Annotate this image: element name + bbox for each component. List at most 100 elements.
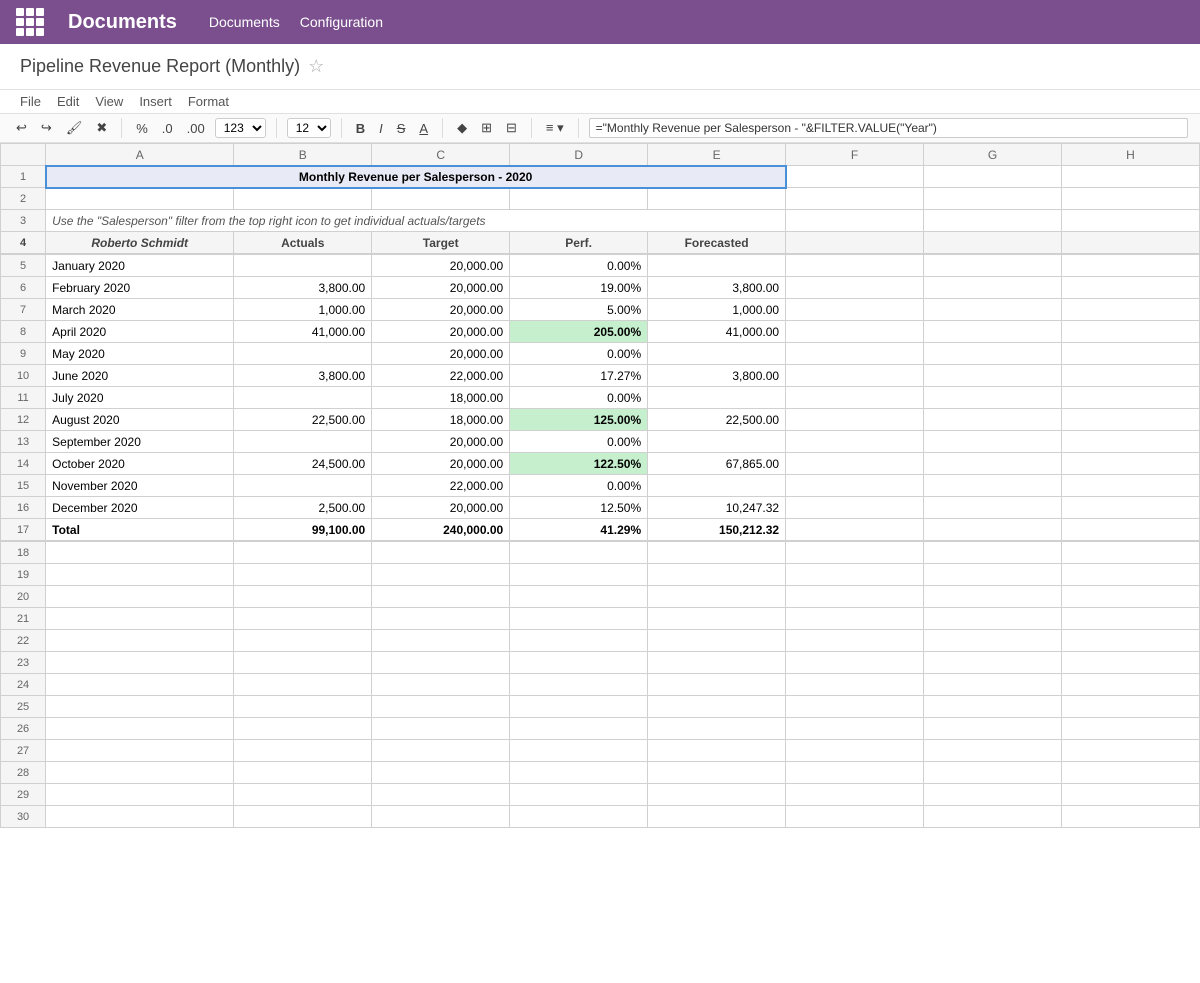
cell-22-col1[interactable] xyxy=(234,630,372,652)
cell-6-g[interactable] xyxy=(786,277,924,299)
col-header-d[interactable]: D xyxy=(510,144,648,166)
cell-5-b[interactable]: January 2020 xyxy=(46,255,234,277)
cell-19-col4[interactable] xyxy=(648,564,786,586)
col-header-c[interactable]: C xyxy=(372,144,510,166)
cell-12-c[interactable]: 22,500.00 xyxy=(234,409,372,431)
underline-button[interactable]: A xyxy=(415,119,432,138)
formula-bar[interactable]: ="Monthly Revenue per Salesperson - "&FI… xyxy=(589,118,1188,138)
cell-29-col3[interactable] xyxy=(510,784,648,806)
cell-5-i[interactable] xyxy=(1061,255,1199,277)
cell-20-col0[interactable] xyxy=(46,586,234,608)
cell-13-i[interactable] xyxy=(1061,431,1199,453)
cell-19-col0[interactable] xyxy=(46,564,234,586)
cell-15-d[interactable]: 22,000.00 xyxy=(372,475,510,497)
cell-12-h[interactable] xyxy=(924,409,1062,431)
cell-26-col3[interactable] xyxy=(510,718,648,740)
cell-30-col4[interactable] xyxy=(648,806,786,828)
cell-25-col7[interactable] xyxy=(1061,696,1199,718)
cell-12-g[interactable] xyxy=(786,409,924,431)
undo-button[interactable]: ↩ xyxy=(12,118,31,138)
cell-3-h[interactable] xyxy=(1061,210,1199,232)
paint-format-button[interactable]: 🖌 xyxy=(62,118,87,138)
cell-12-i[interactable] xyxy=(1061,409,1199,431)
cell-13-b[interactable]: September 2020 xyxy=(46,431,234,453)
cell-22-col6[interactable] xyxy=(924,630,1062,652)
cell-30-col5[interactable] xyxy=(786,806,924,828)
cell-10-e[interactable]: 17.27% xyxy=(510,365,648,387)
cell-27-col4[interactable] xyxy=(648,740,786,762)
cell-17-b[interactable]: Total xyxy=(46,519,234,541)
cell-11-b[interactable]: July 2020 xyxy=(46,387,234,409)
cell-7-b[interactable]: March 2020 xyxy=(46,299,234,321)
cell-16-e[interactable]: 12.50% xyxy=(510,497,648,519)
font-size-select[interactable]: 12 xyxy=(287,118,331,138)
cell-18-col5[interactable] xyxy=(786,542,924,564)
cell-4-b[interactable]: Roberto Schmidt xyxy=(46,232,234,254)
cell-11-i[interactable] xyxy=(1061,387,1199,409)
cell-2-e[interactable] xyxy=(648,188,786,210)
cell-21-col7[interactable] xyxy=(1061,608,1199,630)
cell-9-c[interactable] xyxy=(234,343,372,365)
cell-18-col6[interactable] xyxy=(924,542,1062,564)
cell-19-col3[interactable] xyxy=(510,564,648,586)
cell-21-col3[interactable] xyxy=(510,608,648,630)
cell-20-col5[interactable] xyxy=(786,586,924,608)
cell-21-col1[interactable] xyxy=(234,608,372,630)
cell-2-a[interactable] xyxy=(46,188,234,210)
cell-26-col2[interactable] xyxy=(372,718,510,740)
cell-6-b[interactable]: February 2020 xyxy=(46,277,234,299)
cell-20-col4[interactable] xyxy=(648,586,786,608)
cell-6-d[interactable]: 20,000.00 xyxy=(372,277,510,299)
cell-16-i[interactable] xyxy=(1061,497,1199,519)
col-header-b[interactable]: B xyxy=(234,144,372,166)
cell-10-f[interactable]: 3,800.00 xyxy=(648,365,786,387)
cell-24-col4[interactable] xyxy=(648,674,786,696)
cell-16-d[interactable]: 20,000.00 xyxy=(372,497,510,519)
cell-21-col2[interactable] xyxy=(372,608,510,630)
cell-22-col0[interactable] xyxy=(46,630,234,652)
cell-8-d[interactable]: 20,000.00 xyxy=(372,321,510,343)
cell-18-col2[interactable] xyxy=(372,542,510,564)
cell-15-g[interactable] xyxy=(786,475,924,497)
cell-19-col6[interactable] xyxy=(924,564,1062,586)
cell-13-d[interactable]: 20,000.00 xyxy=(372,431,510,453)
cell-14-c[interactable]: 24,500.00 xyxy=(234,453,372,475)
cell-18-col7[interactable] xyxy=(1061,542,1199,564)
cell-23-col1[interactable] xyxy=(234,652,372,674)
cell-24-col7[interactable] xyxy=(1061,674,1199,696)
cell-9-h[interactable] xyxy=(924,343,1062,365)
col-header-a[interactable]: A xyxy=(46,144,234,166)
cell-12-f[interactable]: 22,500.00 xyxy=(648,409,786,431)
cell-22-col3[interactable] xyxy=(510,630,648,652)
cell-14-e[interactable]: 122.50% xyxy=(510,453,648,475)
menu-file[interactable]: File xyxy=(20,94,41,109)
merge-button[interactable]: ⊟ xyxy=(502,118,521,138)
cell-17-g[interactable] xyxy=(786,519,924,541)
percent-button[interactable]: % xyxy=(132,119,152,138)
cell-7-d[interactable]: 20,000.00 xyxy=(372,299,510,321)
cell-18-col0[interactable] xyxy=(46,542,234,564)
cell-29-col6[interactable] xyxy=(924,784,1062,806)
cell-16-c[interactable]: 2,500.00 xyxy=(234,497,372,519)
cell-17-i[interactable] xyxy=(1061,519,1199,541)
cell-13-e[interactable]: 0.00% xyxy=(510,431,648,453)
cell-28-col2[interactable] xyxy=(372,762,510,784)
cell-26-col6[interactable] xyxy=(924,718,1062,740)
cell-22-col5[interactable] xyxy=(786,630,924,652)
cell-1-g[interactable] xyxy=(924,166,1062,188)
cell-26-col0[interactable] xyxy=(46,718,234,740)
cell-10-h[interactable] xyxy=(924,365,1062,387)
cell-27-col5[interactable] xyxy=(786,740,924,762)
cell-13-h[interactable] xyxy=(924,431,1062,453)
cell-21-col4[interactable] xyxy=(648,608,786,630)
cell-25-col0[interactable] xyxy=(46,696,234,718)
cell-12-b[interactable]: August 2020 xyxy=(46,409,234,431)
cell-7-g[interactable] xyxy=(786,299,924,321)
cell-24-col1[interactable] xyxy=(234,674,372,696)
cell-30-col3[interactable] xyxy=(510,806,648,828)
nav-documents[interactable]: Documents xyxy=(209,14,280,30)
bold-button[interactable]: B xyxy=(352,119,369,138)
cell-26-col7[interactable] xyxy=(1061,718,1199,740)
col-header-f[interactable]: F xyxy=(786,144,924,166)
cell-4-g[interactable] xyxy=(786,232,924,254)
